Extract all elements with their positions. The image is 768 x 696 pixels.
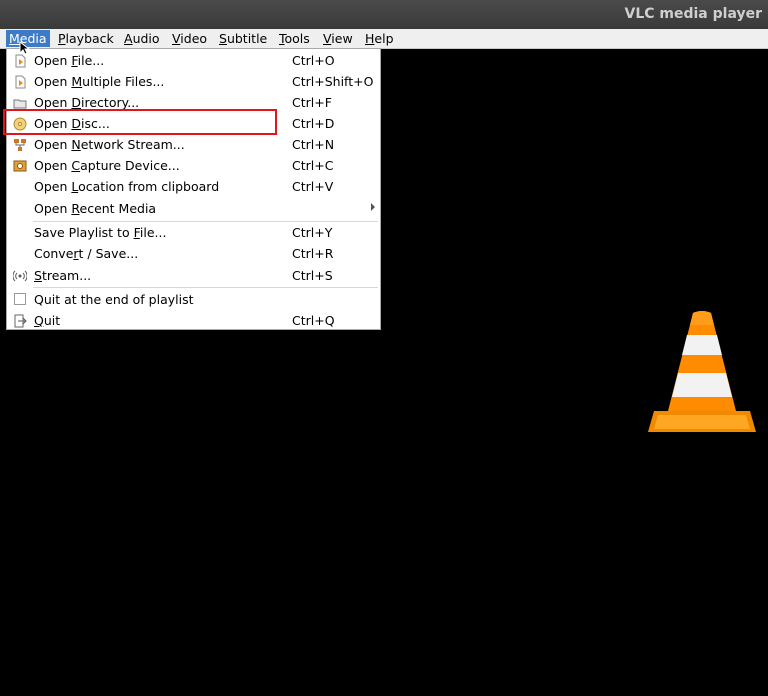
menu-item-label: Open Network Stream... xyxy=(34,137,185,152)
menu-item-open-capture-device[interactable]: Open Capture Device... Ctrl+C xyxy=(8,155,379,176)
menu-item-label: Open Directory... xyxy=(34,95,140,110)
menu-label: layback xyxy=(65,31,114,46)
menu-item-label: Open Disc... xyxy=(34,116,110,131)
menu-item-open-multiple-files[interactable]: Open Multiple Files... Ctrl+Shift+O xyxy=(8,71,379,92)
menu-item-shortcut: Ctrl+Y xyxy=(292,225,333,240)
mouse-cursor-icon xyxy=(19,41,31,55)
menu-item-shortcut: Ctrl+C xyxy=(292,158,334,173)
window-title: VLC media player xyxy=(624,6,763,22)
menu-item-label: Save Playlist to File... xyxy=(34,225,167,240)
menu-mnemonic: S xyxy=(219,31,227,46)
menu-item-save-playlist-to-file[interactable]: Save Playlist to File... Ctrl+Y xyxy=(8,222,379,243)
menu-item-open-network-stream[interactable]: Open Network Stream... Ctrl+N xyxy=(8,134,379,155)
menu-tools[interactable]: Tools xyxy=(276,30,313,47)
menu-item-shortcut: Ctrl+V xyxy=(292,179,334,194)
disc-icon xyxy=(13,117,27,131)
menu-label: elp xyxy=(374,31,394,46)
menu-help[interactable]: Help xyxy=(362,30,397,47)
menu-mnemonic: P xyxy=(58,31,66,46)
menu-item-open-file[interactable]: Open File... Ctrl+O xyxy=(8,50,379,71)
menu-item-shortcut: Ctrl+F xyxy=(292,95,332,110)
menu-item-open-disc[interactable]: Open Disc... Ctrl+D xyxy=(8,113,379,134)
menu-item-convert-save[interactable]: Convert / Save... Ctrl+R xyxy=(8,243,379,264)
menu-item-label: Stream... xyxy=(34,268,92,283)
menu-item-quit-at-end-of-playlist[interactable]: Quit at the end of playlist xyxy=(8,289,379,310)
menu-item-label: Open Capture Device... xyxy=(34,158,180,173)
menu-item-shortcut: Ctrl+R xyxy=(292,246,334,261)
menu-item-open-location-from-clipboard[interactable]: Open Location from clipboard Ctrl+V xyxy=(8,176,379,197)
title-bar: VLC media player xyxy=(0,0,768,29)
quit-icon xyxy=(14,314,27,328)
menu-bar: Media Playback Audio Video Subtitle Tool… xyxy=(0,29,768,49)
menu-item-stream[interactable]: Stream... Ctrl+S xyxy=(8,265,379,286)
menu-view[interactable]: View xyxy=(320,30,356,47)
menu-audio[interactable]: Audio xyxy=(121,30,163,47)
open-file-icon xyxy=(15,54,26,68)
menu-separator xyxy=(33,287,378,288)
menu-item-shortcut: Ctrl+Shift+O xyxy=(292,74,374,89)
media-menu-dropdown: Open File... Ctrl+O Open Multiple Files.… xyxy=(6,48,381,330)
menu-subtitle[interactable]: Subtitle xyxy=(216,30,270,47)
menu-playback[interactable]: Playback xyxy=(55,30,117,47)
menu-item-label: Quit at the end of playlist xyxy=(34,292,194,307)
menu-item-label: Open Multiple Files... xyxy=(34,74,165,89)
menu-item-open-directory[interactable]: Open Directory... Ctrl+F xyxy=(8,92,379,113)
vlc-cone-logo xyxy=(648,311,756,432)
submenu-arrow-icon xyxy=(371,203,375,211)
menu-item-label: Quit xyxy=(34,313,61,328)
menu-mnemonic: H xyxy=(365,31,375,46)
menu-label: iew xyxy=(331,31,353,46)
menu-label: ideo xyxy=(180,31,208,46)
stream-icon xyxy=(13,270,27,282)
menu-item-shortcut: Ctrl+D xyxy=(292,116,335,131)
menu-item-open-recent-media[interactable]: Open Recent Media xyxy=(8,198,379,219)
menu-item-shortcut: Ctrl+O xyxy=(292,53,335,68)
network-icon xyxy=(14,139,26,151)
menu-item-shortcut: Ctrl+Q xyxy=(292,313,335,328)
capture-device-icon xyxy=(13,160,27,172)
menu-item-label: Open File... xyxy=(34,53,105,68)
menu-item-shortcut: Ctrl+S xyxy=(292,268,333,283)
menu-label: ools xyxy=(284,31,310,46)
menu-label: ubtitle xyxy=(226,31,268,46)
menu-mnemonic: A xyxy=(124,31,133,46)
open-multiple-files-icon xyxy=(15,75,26,89)
folder-icon xyxy=(13,99,27,109)
menu-video[interactable]: Video xyxy=(169,30,210,47)
quit-at-end-checkbox[interactable] xyxy=(14,293,26,305)
menu-item-shortcut: Ctrl+N xyxy=(292,137,335,152)
menu-item-label: Open Recent Media xyxy=(34,201,157,216)
menu-label: udio xyxy=(132,31,160,46)
menu-item-label: Open Location from clipboard xyxy=(34,179,220,194)
menu-item-quit[interactable]: Quit Ctrl+Q xyxy=(8,310,379,331)
menu-item-label: Convert / Save... xyxy=(34,246,139,261)
